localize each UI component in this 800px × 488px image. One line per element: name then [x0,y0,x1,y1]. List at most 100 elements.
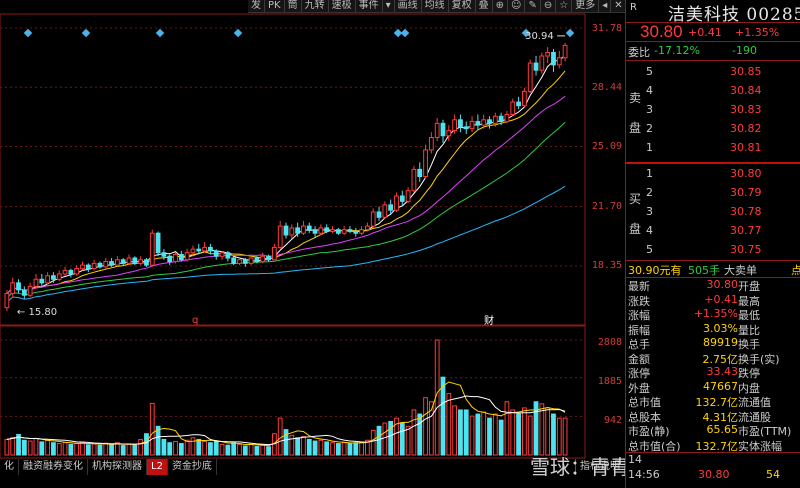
bids-price[interactable]: 30.80 [730,167,762,180]
volume-bar [522,407,527,456]
volume-bar [242,445,248,456]
indicator-tab[interactable]: L2 [147,459,168,475]
ma-line [6,70,566,294]
candle-body [487,119,492,124]
toolbar-button[interactable]: 九转 [302,0,329,12]
candle-body [271,246,277,261]
candle-body [248,257,254,264]
indicator-tab[interactable]: 化 [0,459,19,475]
volume-bar [10,436,16,456]
volume-bar [510,409,516,456]
indicator-tab[interactable]: 资金抄底 [168,459,217,475]
volume-bar [231,442,237,456]
toolbar-button[interactable]: ☆ [556,0,573,12]
volume-bar [167,442,173,456]
candle-body [376,211,382,218]
toolbar-button[interactable]: PK [265,0,285,12]
volume-bar [399,422,405,456]
bids-price[interactable]: 30.79 [730,186,762,199]
toolbar-button[interactable]: ▾ [383,0,395,12]
candle-body [359,229,364,234]
candle-body [167,255,173,263]
toolbar-button[interactable]: 发 [248,0,265,12]
bids-price[interactable]: 30.75 [730,243,762,256]
toolbar-button[interactable]: 更多 [572,0,600,12]
big-order-extra: 点 [791,264,800,277]
indicator-tab[interactable]: 融资融券变化 [19,459,88,475]
price-axis-label: 18.35 [591,260,622,271]
volume-bar [405,425,411,456]
volume-bar [132,444,138,456]
candle-body [556,57,562,66]
volume-bar [196,438,202,456]
toolbar-button[interactable]: 叠 [476,0,493,12]
price-axis-label: 25.09 [591,141,622,152]
volume-bar [21,439,27,456]
asks-price[interactable]: 30.81 [730,141,762,154]
candle-body [353,230,359,234]
tick-vol: 54 [766,468,780,481]
volume-bar [504,401,510,456]
volume-bar [335,443,341,456]
chart-toolbar: 发 PK 筒九转 速极 事件 ▾ 画线 均线 复权叠 ⊕ ☺ ✎ ⊖ ☆ 更多 ◂ ✕ [248,0,627,13]
candle-body [295,227,301,234]
candle-body [184,252,190,261]
candle-body [458,119,463,128]
tick-time: 14:56 [628,468,660,481]
volume-bar [237,443,242,456]
candle-body [21,289,27,296]
toolbar-button[interactable]: 筒 [285,0,302,12]
candle-body [178,253,184,261]
candle-body [196,248,202,252]
toolbar-button[interactable]: ⊕ [493,0,509,12]
asks-price[interactable]: 30.84 [730,84,762,97]
stat-row: 总股本 4.31亿 流通股 [626,409,800,424]
candle-body [109,261,114,266]
volume-bar [324,441,330,456]
price-axis-label: 31.78 [591,23,622,34]
indicator-tab[interactable]: 机构探测器 [88,459,147,475]
toolbar-button[interactable]: ◂ [599,0,612,12]
high-price-label: 30.94 [525,31,554,42]
toolbar-button[interactable]: ✎ [525,0,541,12]
book-separator [626,157,800,164]
volume-bar [341,442,347,456]
kline-chart[interactable]: 30.94 ← 15.80 q 财 [0,0,625,488]
stats-table: 最新 30.80 开盘 涨跌 +0.41 最高 涨幅 +1.35% 最低 振幅 3.03% 量比 总手 8… [626,278,800,453]
toolbar-button[interactable]: 复权 [449,0,476,12]
bids-price[interactable]: 30.77 [730,224,762,237]
toolbar-button[interactable]: 事件 [356,0,383,12]
volume-bar [248,443,254,456]
ma-line [6,95,566,294]
candle-body [394,195,399,211]
candle-body [562,44,568,59]
candle-body [62,269,68,275]
volume-bar [260,444,266,456]
stat-label: 实体涨幅 [738,439,782,453]
toolbar-button[interactable]: ⊖ [541,0,557,12]
asks-price[interactable]: 30.82 [730,122,762,135]
candle-body [114,259,120,266]
toolbar-button[interactable]: 速极 [329,0,356,12]
big-order-vol: 505手 [688,264,720,277]
bids-level: 1 [646,167,653,180]
asks-price[interactable]: 30.85 [730,65,762,78]
volume-bar [463,409,469,456]
candle-body [434,122,440,139]
toolbar-button[interactable]: 均线 [422,0,449,12]
toolbar-button[interactable]: ☺ [508,0,526,12]
price-change-pct: +1.35% [735,26,780,39]
candle-body [341,229,347,234]
stat-value: 132.7亿 [695,439,739,453]
asks-price[interactable]: 30.83 [730,103,762,116]
weibi-row: 委比 -17.12% -190 [626,41,800,61]
volume-bar [481,411,487,456]
candle-body [283,225,289,236]
bids-price[interactable]: 30.78 [730,205,762,218]
toolbar-button[interactable]: 画线 [395,0,422,12]
candle-body [155,232,161,254]
volume-bar [109,444,114,456]
volume-bar [545,407,551,456]
volume-bar [458,409,463,456]
candle-body [347,229,353,232]
